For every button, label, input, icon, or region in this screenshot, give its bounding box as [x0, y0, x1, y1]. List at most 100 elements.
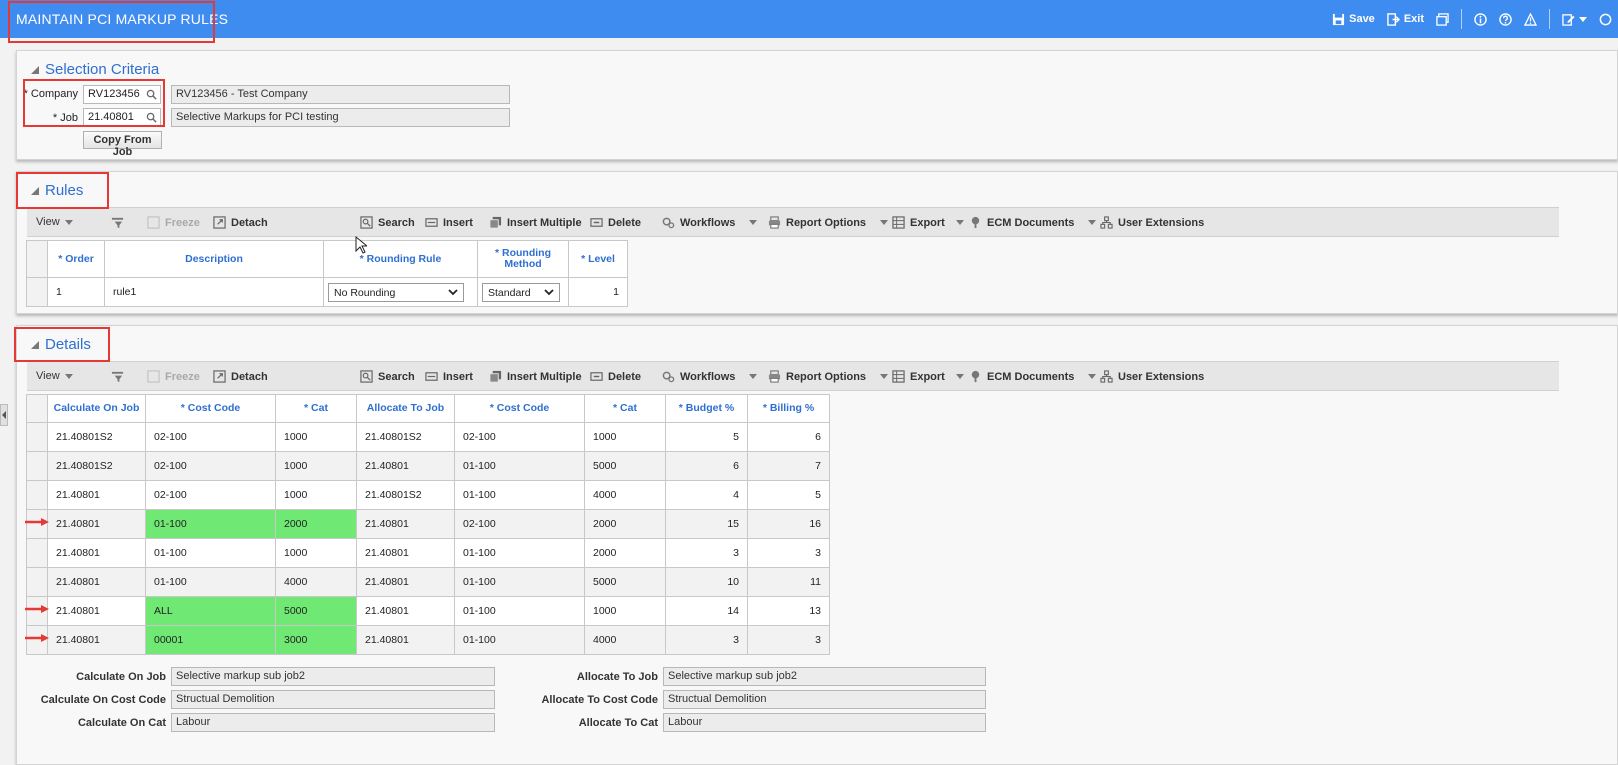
table-row[interactable]: 21.40801 01-100 1000 21.40801 01-100 2000 3 3 — [26, 538, 830, 568]
billing-cell[interactable]: 7 — [747, 451, 830, 481]
insert-button[interactable]: Insert — [425, 216, 473, 229]
column-header-order[interactable]: * Order — [47, 240, 105, 278]
alloc-cost-code-cell[interactable]: 01-100 — [454, 567, 585, 597]
alloc-cost-code-cell[interactable]: 01-100 — [454, 625, 585, 655]
budget-cell[interactable]: 10 — [665, 567, 748, 597]
user-extensions-button[interactable]: User Extensions — [1100, 370, 1204, 383]
table-row[interactable]: 21.40801 ALL 5000 21.40801 01-100 1000 14 13 — [26, 596, 830, 626]
column-header-rounding-rule[interactable]: * Rounding Rule — [323, 240, 478, 278]
search-icon[interactable] — [146, 112, 157, 123]
insert-button[interactable]: Insert — [425, 370, 473, 383]
calc-cat-cell[interactable]: 5000 — [275, 596, 357, 626]
job-input[interactable]: 21.40801 — [83, 108, 161, 127]
insert-multiple-button[interactable]: Insert Multiple — [489, 216, 582, 229]
info-button[interactable] — [1468, 12, 1493, 26]
window-button[interactable] — [1430, 12, 1455, 26]
view-menu[interactable]: View — [36, 370, 73, 382]
alloc-job-cell[interactable]: 21.40801 — [356, 567, 455, 597]
table-row[interactable]: 21.40801 01-100 2000 21.40801 02-100 2000 15 16 — [26, 509, 830, 539]
calc-job-cell[interactable]: 21.40801S2 — [47, 422, 146, 452]
calc-cat-cell[interactable]: 1000 — [275, 480, 357, 510]
ecm-documents-menu[interactable]: ECM Documents — [969, 216, 1097, 229]
user-extensions-button[interactable]: User Extensions — [1100, 216, 1204, 229]
row-selector[interactable] — [26, 567, 48, 597]
calc-job-cell[interactable]: 21.40801 — [47, 596, 146, 626]
description-cell[interactable]: rule1 — [104, 277, 324, 307]
side-panel-toggle[interactable] — [0, 404, 8, 426]
ecm-documents-menu[interactable]: ECM Documents — [969, 370, 1097, 383]
calc-job-cell[interactable]: 21.40801 — [47, 567, 146, 597]
detach-button[interactable]: Detach — [213, 216, 268, 229]
calc-cost-code-cell[interactable]: 01-100 — [145, 538, 276, 568]
table-row[interactable]: 21.40801S2 02-100 1000 21.40801S2 02-100 1000… — [26, 422, 830, 452]
alloc-cost-code-cell[interactable]: 01-100 — [454, 480, 585, 510]
level-cell[interactable]: 1 — [568, 277, 628, 307]
freeze-button[interactable]: Freeze — [147, 370, 200, 383]
budget-cell[interactable]: 4 — [665, 480, 748, 510]
billing-cell[interactable]: 5 — [747, 480, 830, 510]
table-row[interactable]: 21.40801 02-100 1000 21.40801S2 01-100 4000 4 5 — [26, 480, 830, 510]
calc-cat-cell[interactable]: 4000 — [275, 567, 357, 597]
billing-cell[interactable]: 3 — [747, 538, 830, 568]
column-header-rounding-method[interactable]: * Rounding Method — [477, 240, 569, 278]
row-selector[interactable] — [26, 480, 48, 510]
alloc-cat-cell[interactable]: 1000 — [584, 422, 666, 452]
edit-menu-button[interactable] — [1556, 13, 1593, 26]
table-row[interactable]: 21.40801S2 02-100 1000 21.40801 01-100 5000 6 7 — [26, 451, 830, 481]
calc-cat-cell[interactable]: 3000 — [275, 625, 357, 655]
column-header-allocate-to-job[interactable]: Allocate To Job — [356, 394, 455, 423]
search-button[interactable]: Search — [360, 216, 415, 229]
alloc-cost-code-cell[interactable]: 01-100 — [454, 451, 585, 481]
selection-criteria-header[interactable]: Selection Criteria — [31, 61, 159, 78]
details-header[interactable]: Details — [31, 336, 91, 353]
rounding-method-cell[interactable]: Standard — [477, 277, 569, 307]
calc-job-cell[interactable]: 21.40801S2 — [47, 451, 146, 481]
billing-cell[interactable]: 3 — [747, 625, 830, 655]
company-input[interactable]: RV123456 — [83, 85, 161, 104]
alloc-job-cell[interactable]: 21.40801 — [356, 625, 455, 655]
table-row[interactable]: 1 rule1 No Rounding Standard 1 — [26, 277, 628, 307]
calc-cost-code-cell[interactable]: 00001 — [145, 625, 276, 655]
search-icon[interactable] — [146, 89, 157, 100]
workflows-menu[interactable]: Workflows — [662, 216, 758, 229]
calc-cat-cell[interactable]: 1000 — [275, 422, 357, 452]
alloc-cost-code-cell[interactable]: 02-100 — [454, 422, 585, 452]
alloc-job-cell[interactable]: 21.40801S2 — [356, 422, 455, 452]
detach-button[interactable]: Detach — [213, 370, 268, 383]
billing-cell[interactable]: 13 — [747, 596, 830, 626]
budget-cell[interactable]: 3 — [665, 538, 748, 568]
table-row[interactable]: 21.40801 00001 3000 21.40801 01-100 4000 3 3 — [26, 625, 830, 655]
report-options-menu[interactable]: Report Options — [768, 216, 889, 229]
calc-cat-cell[interactable]: 2000 — [275, 509, 357, 539]
column-header-calc-cat[interactable]: * Cat — [275, 394, 357, 423]
alloc-cat-cell[interactable]: 4000 — [584, 625, 666, 655]
calc-cost-code-cell[interactable]: 02-100 — [145, 451, 276, 481]
column-header-level[interactable]: * Level — [568, 240, 628, 278]
alloc-cat-cell[interactable]: 2000 — [584, 538, 666, 568]
freeze-button[interactable]: Freeze — [147, 216, 200, 229]
budget-cell[interactable]: 15 — [665, 509, 748, 539]
alloc-cost-code-cell[interactable]: 02-100 — [454, 509, 585, 539]
table-row[interactable]: 21.40801 01-100 4000 21.40801 01-100 5000 10 11 — [26, 567, 830, 597]
workflows-menu[interactable]: Workflows — [662, 370, 758, 383]
alloc-job-cell[interactable]: 21.40801 — [356, 596, 455, 626]
calc-job-cell[interactable]: 21.40801 — [47, 538, 146, 568]
row-selector[interactable] — [26, 277, 48, 307]
alloc-cat-cell[interactable]: 2000 — [584, 509, 666, 539]
budget-cell[interactable]: 14 — [665, 596, 748, 626]
alloc-cat-cell[interactable]: 1000 — [584, 596, 666, 626]
calc-cat-cell[interactable]: 1000 — [275, 538, 357, 568]
column-header-description[interactable]: Description — [104, 240, 324, 278]
filter-button[interactable] — [111, 370, 124, 383]
export-menu[interactable]: Export — [892, 216, 964, 229]
alloc-cat-cell[interactable]: 5000 — [584, 451, 666, 481]
calc-cost-code-cell[interactable]: 02-100 — [145, 480, 276, 510]
alloc-job-cell[interactable]: 21.40801 — [356, 509, 455, 539]
insert-multiple-button[interactable]: Insert Multiple — [489, 370, 582, 383]
calc-cost-code-cell[interactable]: 01-100 — [145, 567, 276, 597]
billing-cell[interactable]: 6 — [747, 422, 830, 452]
alloc-job-cell[interactable]: 21.40801 — [356, 451, 455, 481]
rounding-rule-cell[interactable]: No Rounding — [323, 277, 478, 307]
alloc-job-cell[interactable]: 21.40801S2 — [356, 480, 455, 510]
filter-button[interactable] — [111, 216, 124, 229]
